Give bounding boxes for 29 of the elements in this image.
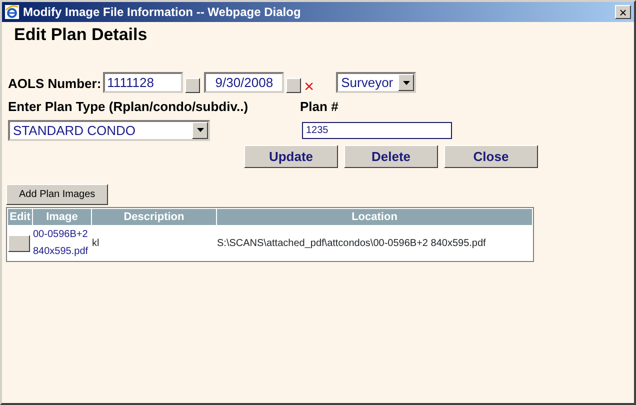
caret-icon bbox=[402, 80, 410, 85]
column-header: Edit bbox=[8, 208, 32, 226]
lookup-button[interactable] bbox=[185, 78, 200, 94]
clear-button[interactable]: × bbox=[303, 81, 316, 94]
date-field[interactable]: 9/30/2008 bbox=[204, 72, 284, 94]
caret-icon bbox=[196, 128, 204, 132]
page-heading: Edit Plan Details bbox=[14, 25, 148, 46]
table-cell: S:\SCANS\attached_pdf\attcondos\00-0596B+2 840x595.pdf bbox=[217, 238, 486, 249]
action-button[interactable]: Update bbox=[244, 144, 338, 168]
window-title: Modify Image File Information -- Webpage Dialog bbox=[23, 4, 301, 21]
table-cell: kl bbox=[92, 238, 100, 249]
plan-number-label: Plan # bbox=[300, 98, 338, 116]
column-header: Location bbox=[217, 208, 532, 226]
edit-button[interactable] bbox=[8, 234, 30, 252]
plan-type-label: Enter Plan Type (Rplan/condo/subdiv..) bbox=[8, 98, 250, 116]
column-header: Image bbox=[33, 208, 91, 226]
aols-label: AOLS Number: bbox=[8, 74, 102, 93]
plan-type-dropdown[interactable]: STANDARD CONDO bbox=[8, 120, 210, 141]
column-header: Description bbox=[92, 208, 216, 226]
role-dropdown[interactable]: Surveyor bbox=[336, 72, 416, 94]
plan-number-field[interactable]: 1235 bbox=[302, 122, 452, 139]
action-button[interactable]: Close bbox=[444, 144, 538, 168]
close-button[interactable]: × bbox=[615, 5, 631, 19]
action-button[interactable]: Delete bbox=[344, 144, 438, 168]
aols-number-field[interactable]: 1111128 bbox=[103, 72, 184, 94]
image-link[interactable]: 00-0596B+2 840x595.pdf bbox=[33, 226, 91, 260]
calendar-button[interactable] bbox=[286, 78, 302, 94]
browser-icon bbox=[5, 5, 19, 19]
add-images-button[interactable]: Add Plan Images bbox=[6, 184, 108, 205]
